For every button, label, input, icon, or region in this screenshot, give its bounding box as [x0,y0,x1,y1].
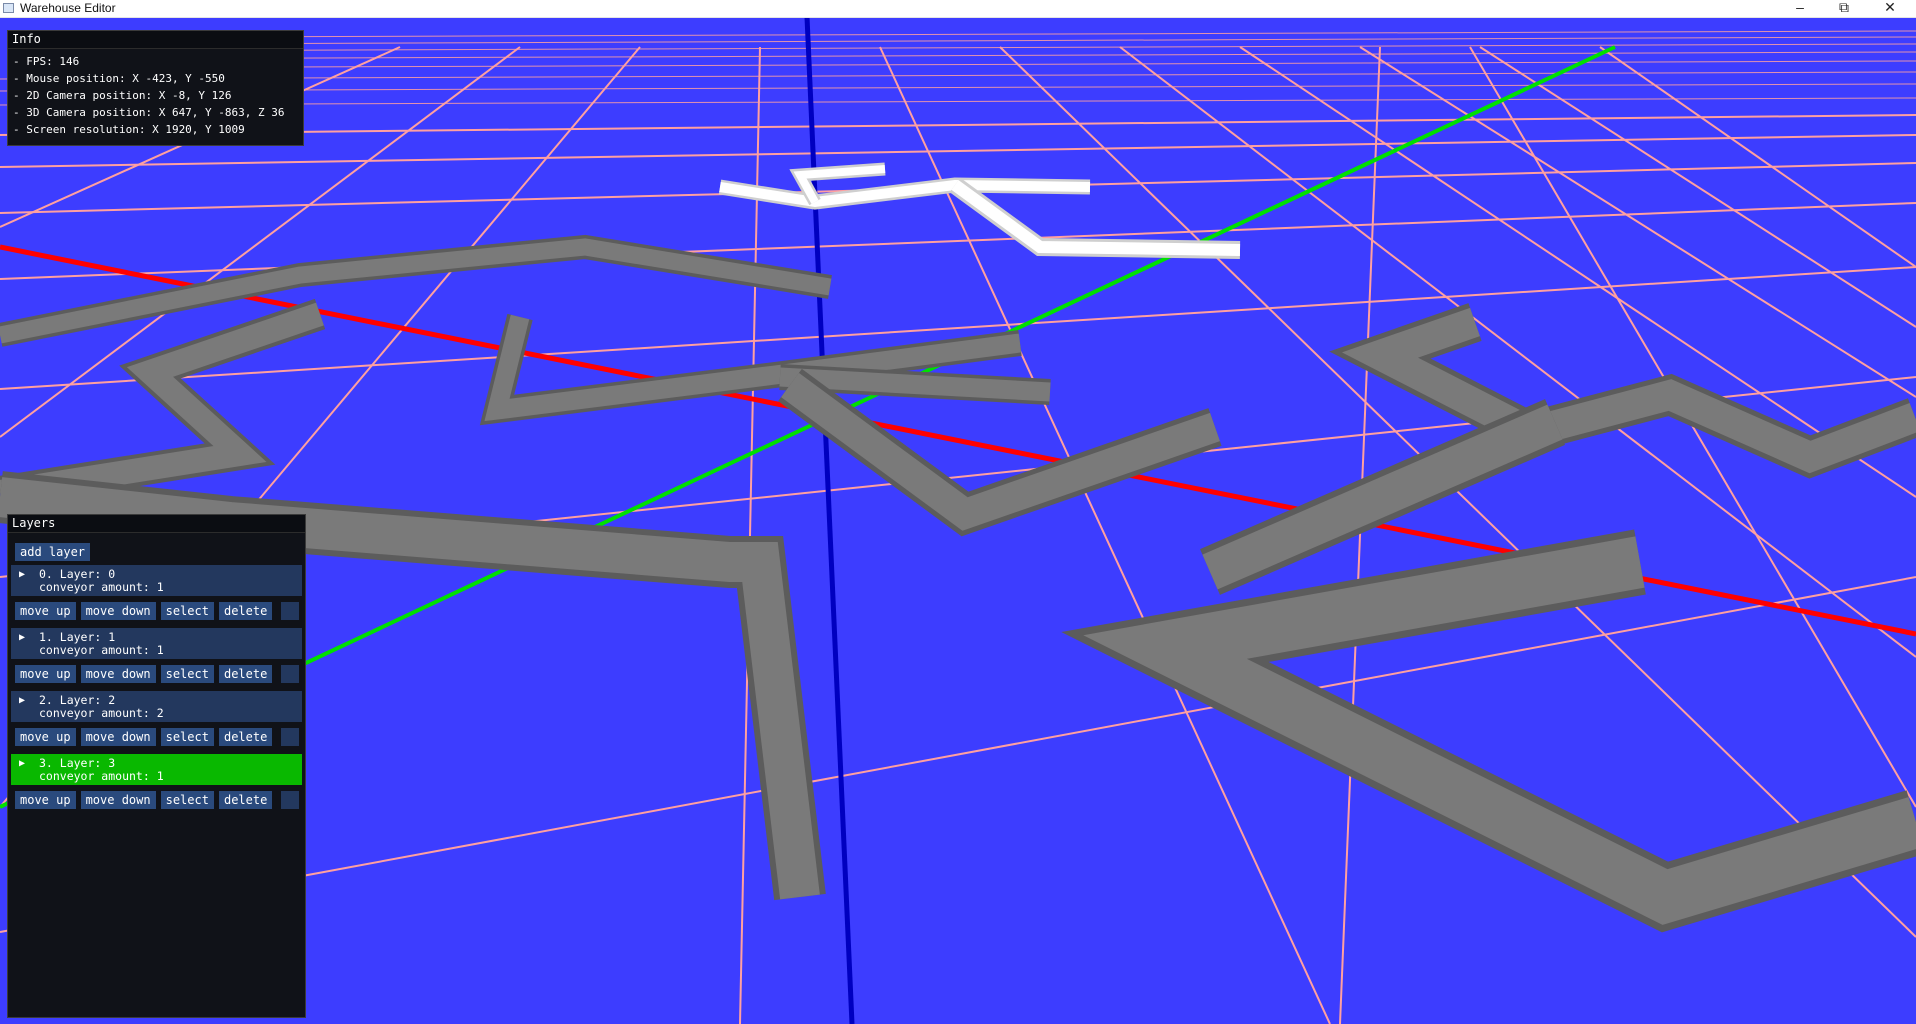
layer-item-2[interactable]: ▶ 2. Layer: 2 conveyor amount: 2 [11,691,302,722]
layer-0-controls: move up move down select delete [15,602,300,620]
select-button[interactable]: select [160,728,214,746]
layer-visibility-checkbox[interactable] [281,602,300,620]
layer-item-0[interactable]: ▶ 0. Layer: 0 conveyor amount: 1 [11,565,302,596]
move-down-button[interactable]: move down [80,728,156,746]
layer-2-controls: move up move down select delete [15,728,300,746]
delete-button[interactable]: delete [218,791,273,809]
layer-1-controls: move up move down select delete [15,665,300,683]
triangle-right-icon[interactable]: ▶ [19,694,25,707]
minimize-icon[interactable]: – [1778,0,1822,16]
resolution-readout: - Screen resolution: X 1920, Y 1009 [13,123,245,136]
delete-button[interactable]: delete [218,728,273,746]
layer-conveyor-count: conveyor amount: 1 [39,769,164,783]
move-down-button[interactable]: move down [80,602,156,620]
close-icon[interactable]: ✕ [1868,0,1912,16]
layer-conveyor-count: conveyor amount: 2 [39,706,164,720]
layer-3-controls: move up move down select delete [15,791,300,809]
layer-item-1[interactable]: ▶ 1. Layer: 1 conveyor amount: 1 [11,628,302,659]
camera-2d-readout: - 2D Camera position: X -8, Y 126 [13,89,232,102]
select-button[interactable]: select [160,791,214,809]
triangle-right-icon[interactable]: ▶ [19,757,25,770]
add-layer-button[interactable]: add layer [15,543,91,561]
select-button[interactable]: select [160,602,214,620]
maximize-icon[interactable]: ⧉ [1822,0,1866,16]
delete-button[interactable]: delete [218,602,273,620]
layers-panel: Layers add layer ▶ 0. Layer: 0 conveyor … [7,514,306,1018]
layers-panel-title: Layers [8,515,305,533]
layer-visibility-checkbox[interactable] [281,791,300,809]
mouse-position-readout: - Mouse position: X -423, Y -550 [13,72,225,85]
title-bar: Warehouse Editor – ⧉ ✕ [0,0,1916,18]
move-down-button[interactable]: move down [80,665,156,683]
layer-conveyor-count: conveyor amount: 1 [39,643,164,657]
move-down-button[interactable]: move down [80,791,156,809]
move-up-button[interactable]: move up [15,791,76,809]
fps-readout: - FPS: 146 [13,55,80,68]
camera-3d-readout: - 3D Camera position: X 647, Y -863, Z 3… [13,106,285,119]
info-panel: Info - FPS: 146 - Mouse position: X -423… [7,30,304,146]
triangle-right-icon[interactable]: ▶ [19,568,25,581]
layer-conveyor-count: conveyor amount: 1 [39,580,164,594]
layer-item-3[interactable]: ▶ 3. Layer: 3 conveyor amount: 1 [11,754,302,785]
move-up-button[interactable]: move up [15,602,76,620]
app-icon [3,3,14,13]
info-panel-title: Info [8,31,303,49]
layer-visibility-checkbox[interactable] [281,665,300,683]
window-title: Warehouse Editor [20,1,116,15]
move-up-button[interactable]: move up [15,665,76,683]
layer-visibility-checkbox[interactable] [281,728,300,746]
move-up-button[interactable]: move up [15,728,76,746]
select-button[interactable]: select [160,665,214,683]
triangle-right-icon[interactable]: ▶ [19,631,25,644]
delete-button[interactable]: delete [218,665,273,683]
